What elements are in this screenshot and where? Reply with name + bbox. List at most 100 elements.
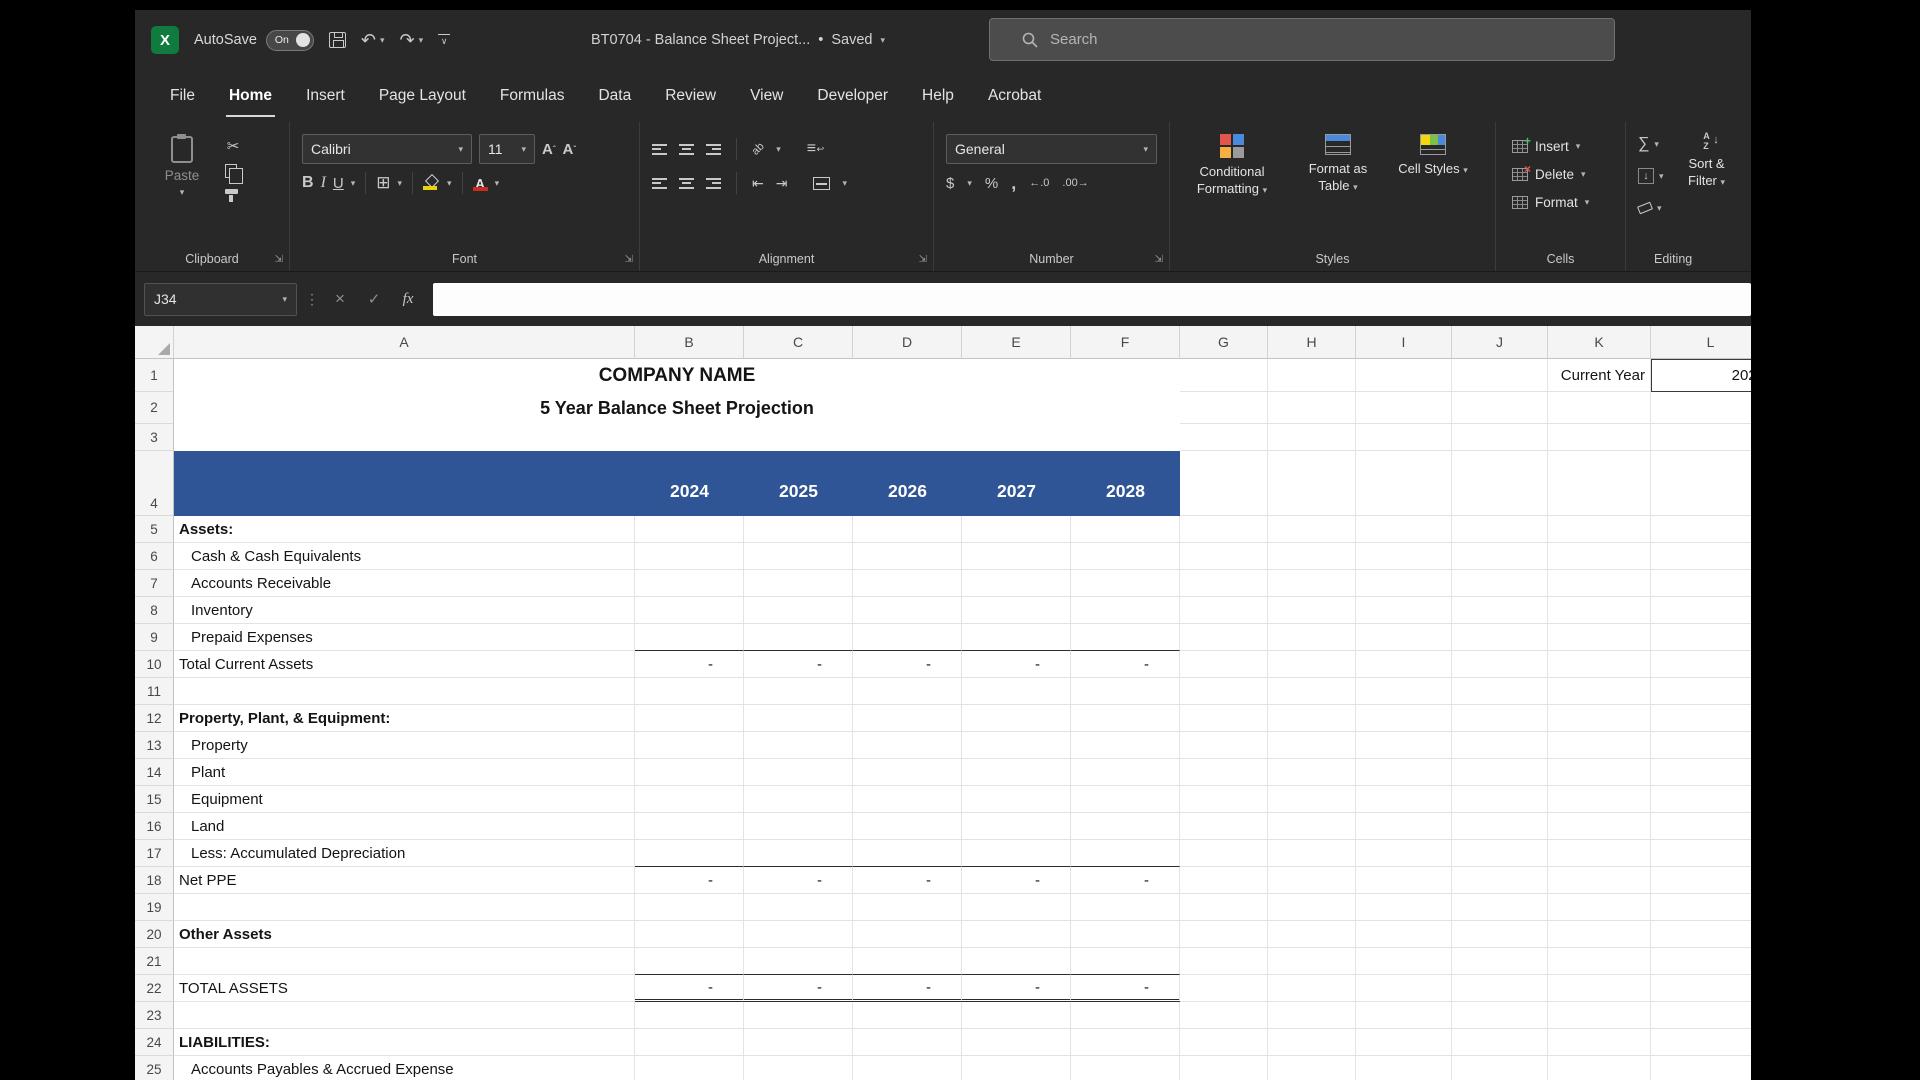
cell-A24[interactable]: LIABILITIES: [174,1029,635,1056]
cell-C5[interactable] [744,516,853,543]
cell-G18[interactable] [1180,867,1268,894]
cell-L13[interactable] [1651,732,1751,759]
cell-E13[interactable] [962,732,1071,759]
paste-button[interactable]: Paste [151,132,213,197]
cell-L12[interactable] [1651,705,1751,732]
cell-D15[interactable] [853,786,962,813]
cell-G2[interactable] [1180,392,1268,424]
top-align-button[interactable] [652,144,667,155]
tab-developer[interactable]: Developer [800,70,905,122]
cell-I5[interactable] [1356,516,1452,543]
cell-J9[interactable] [1452,624,1548,651]
cell-C7[interactable] [744,570,853,597]
cell-A10[interactable]: Total Current Assets [174,651,635,678]
cell-F14[interactable] [1071,759,1180,786]
cell-H13[interactable] [1268,732,1356,759]
cell-A8[interactable]: Inventory [174,597,635,624]
cell-H5[interactable] [1268,516,1356,543]
cell-G11[interactable] [1180,678,1268,705]
cell-A17[interactable]: Less: Accumulated Depreciation [174,840,635,867]
redo-button[interactable] [400,30,424,51]
conditional-formatting-button[interactable]: Conditional Formatting [1186,134,1278,198]
cell-G1[interactable] [1180,359,1268,392]
cell-J24[interactable] [1452,1029,1548,1056]
cell-G21[interactable] [1180,948,1268,975]
cell-I19[interactable] [1356,894,1452,921]
accounting-caret-icon[interactable] [967,179,972,188]
underline-caret-icon[interactable] [351,179,356,188]
format-painter-button[interactable] [225,189,238,194]
cell-I13[interactable] [1356,732,1452,759]
cell-A11[interactable] [174,678,635,705]
enter-icon[interactable] [361,290,387,308]
cell-J2[interactable] [1452,392,1548,424]
cell-H8[interactable] [1268,597,1356,624]
cell-F18[interactable]: - [1071,867,1180,894]
cell-G25[interactable] [1180,1056,1268,1080]
row-header-24[interactable]: 24 [135,1029,174,1056]
alignment-dialog-launcher[interactable] [919,254,927,265]
cell-D14[interactable] [853,759,962,786]
font-dialog-launcher[interactable] [625,254,633,265]
cell-E12[interactable] [962,705,1071,732]
autosum-button[interactable] [1638,132,1664,156]
cell-F6[interactable] [1071,543,1180,570]
borders-button[interactable] [376,173,390,193]
cell-C21[interactable] [744,948,853,975]
cell-C10[interactable]: - [744,651,853,678]
cell-K12[interactable] [1548,705,1651,732]
cell-I25[interactable] [1356,1056,1452,1080]
cell-C25[interactable] [744,1056,853,1080]
cell-I23[interactable] [1356,1002,1452,1029]
cell-K14[interactable] [1548,759,1651,786]
cell-K3[interactable] [1548,424,1651,451]
align-right-button[interactable] [706,178,721,189]
undo-button[interactable] [361,30,385,51]
cell-I10[interactable] [1356,651,1452,678]
cell-H25[interactable] [1268,1056,1356,1080]
row-header-20[interactable]: 20 [135,921,174,948]
cell-E18[interactable]: - [962,867,1071,894]
cell-G13[interactable] [1180,732,1268,759]
cell-F7[interactable] [1071,570,1180,597]
cell-B7[interactable] [635,570,744,597]
cell-L19[interactable] [1651,894,1751,921]
column-header-K[interactable]: K [1548,326,1651,359]
column-header-L[interactable]: L [1651,326,1751,359]
cell-A6[interactable]: Cash & Cash Equivalents [174,543,635,570]
cell-C4[interactable]: 2025 [744,451,853,516]
tab-insert[interactable]: Insert [289,70,362,122]
column-header-A[interactable]: A [174,326,635,359]
cell-J18[interactable] [1452,867,1548,894]
cell-A2-merged[interactable]: 5 Year Balance Sheet Projection [174,392,1180,424]
customize-quick-access-toolbar-icon[interactable] [438,34,450,47]
cell-L14[interactable] [1651,759,1751,786]
orientation-caret-icon[interactable] [776,145,781,154]
clear-button[interactable] [1638,196,1664,220]
cell-A19[interactable] [174,894,635,921]
cell-B4[interactable]: 2024 [635,451,744,516]
cell-D19[interactable] [853,894,962,921]
cell-F22[interactable]: - [1071,975,1180,1002]
row-header-2[interactable]: 2 [135,392,174,424]
font-color-caret-icon[interactable] [495,179,500,188]
cell-L16[interactable] [1651,813,1751,840]
cell-H14[interactable] [1268,759,1356,786]
cell-G20[interactable] [1180,921,1268,948]
cell-J15[interactable] [1452,786,1548,813]
row-header-15[interactable]: 15 [135,786,174,813]
cell-H24[interactable] [1268,1029,1356,1056]
search-input[interactable] [1050,31,1450,48]
cell-I22[interactable] [1356,975,1452,1002]
cell-B12[interactable] [635,705,744,732]
cell-E6[interactable] [962,543,1071,570]
cell-A21[interactable] [174,948,635,975]
merge-center-button[interactable] [813,177,830,190]
cell-G12[interactable] [1180,705,1268,732]
cell-F5[interactable] [1071,516,1180,543]
cell-I8[interactable] [1356,597,1452,624]
cell-F13[interactable] [1071,732,1180,759]
cell-I17[interactable] [1356,840,1452,867]
cell-A20[interactable]: Other Assets [174,921,635,948]
underline-button[interactable] [333,175,344,192]
